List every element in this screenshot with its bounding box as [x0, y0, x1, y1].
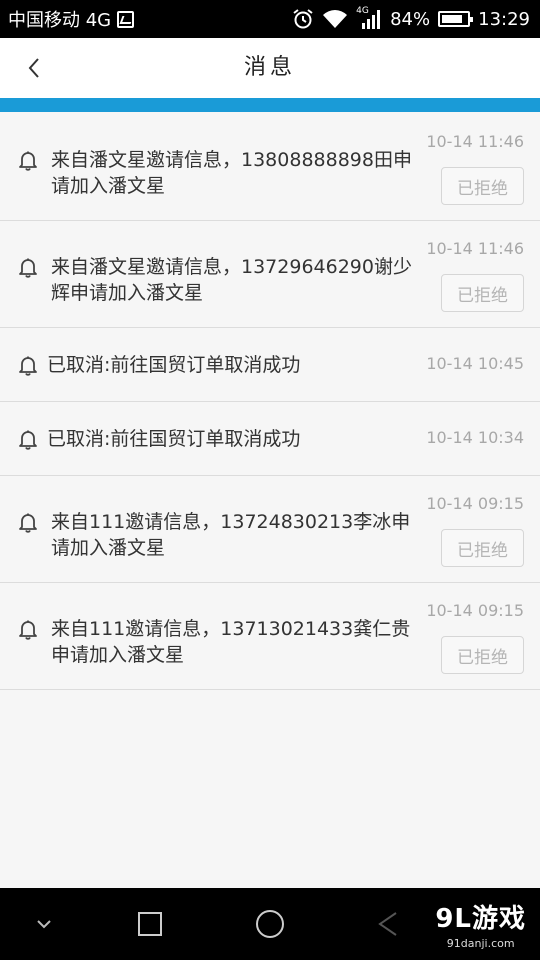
message-text: 来自111邀请信息，13713021433龚仁贵申请加入潘文星 [51, 618, 411, 666]
rejected-status-button[interactable]: 已拒绝 [441, 636, 524, 674]
system-nav-bar: 9L游戏 91danji.com [0, 888, 540, 960]
message-text: 已取消:前往国贸订单取消成功 [47, 354, 301, 376]
battery-level [442, 15, 463, 23]
message-list: 来自潘文星邀请信息，13808888898田申请加入潘文星 10-14 11:4… [0, 114, 540, 690]
message-text: 来自潘文星邀请信息，13808888898田申请加入潘文星 [51, 149, 412, 197]
watermark-url: 91danji.com [446, 937, 515, 950]
wifi-icon [323, 10, 348, 28]
watermark: 9L游戏 91danji.com [435, 898, 526, 950]
message-item[interactable]: 来自111邀请信息，13724830213李冰申请加入潘文星 10-14 09:… [0, 476, 540, 583]
bell-icon [19, 151, 37, 171]
bell-icon [19, 430, 37, 450]
message-text: 来自111邀请信息，13724830213李冰申请加入潘文星 [51, 511, 411, 559]
signal-group: 4G [356, 6, 382, 30]
bell-icon [19, 258, 37, 278]
message-time: 10-14 10:45 [426, 354, 524, 373]
message-time: 10-14 09:15 [426, 494, 524, 513]
accent-bar [0, 98, 540, 112]
square-icon [138, 912, 162, 936]
rejected-status-button[interactable]: 已拒绝 [441, 274, 524, 312]
message-item[interactable]: 已取消:前往国贸订单取消成功 10-14 10:34 [0, 402, 540, 476]
app-header: 消息 [0, 38, 540, 98]
signal-icon [362, 10, 381, 29]
chevron-down-icon [37, 920, 51, 929]
message-time: 10-14 11:46 [426, 239, 524, 258]
home-button[interactable] [246, 888, 294, 960]
image-notification-icon [117, 10, 135, 28]
status-left: 中国移动 4G [8, 0, 135, 38]
circle-icon [256, 910, 284, 938]
message-item[interactable]: 已取消:前往国贸订单取消成功 10-14 10:45 [0, 328, 540, 402]
message-time: 10-14 10:34 [426, 428, 524, 447]
clock: 13:29 [478, 8, 530, 30]
status-right: 4G 84% 13:29 [284, 0, 530, 38]
message-item[interactable]: 来自潘文星邀请信息，13729646290谢少辉申请加入潘文星 10-14 11… [0, 221, 540, 328]
page-title: 消息 [243, 55, 296, 80]
battery-percent: 84% [390, 8, 431, 30]
hide-nav-button[interactable] [20, 888, 68, 960]
rejected-status-button[interactable]: 已拒绝 [441, 167, 524, 205]
message-text: 来自潘文星邀请信息，13729646290谢少辉申请加入潘文星 [51, 256, 412, 304]
carrier-label: 中国移动 4G [8, 10, 112, 31]
triangle-back-icon [378, 912, 397, 936]
message-item[interactable]: 来自111邀请信息，13713021433龚仁贵申请加入潘文星 10-14 09… [0, 583, 540, 690]
message-item[interactable]: 来自潘文星邀请信息，13808888898田申请加入潘文星 10-14 11:4… [0, 114, 540, 221]
message-text: 已取消:前往国贸订单取消成功 [47, 428, 301, 450]
rejected-status-button[interactable]: 已拒绝 [441, 529, 524, 567]
bell-icon [19, 513, 37, 533]
message-time: 10-14 11:46 [426, 132, 524, 151]
alarm-icon [293, 9, 313, 29]
status-bar: 中国移动 4G 4G 84% 13:29 [0, 0, 540, 38]
back-nav-button[interactable] [364, 888, 412, 960]
watermark-logo: 9L游戏 [435, 904, 526, 934]
bell-icon [19, 356, 37, 376]
message-time: 10-14 09:15 [426, 601, 524, 620]
battery-icon [438, 11, 474, 27]
recents-button[interactable] [126, 888, 174, 960]
bell-icon [19, 620, 37, 640]
